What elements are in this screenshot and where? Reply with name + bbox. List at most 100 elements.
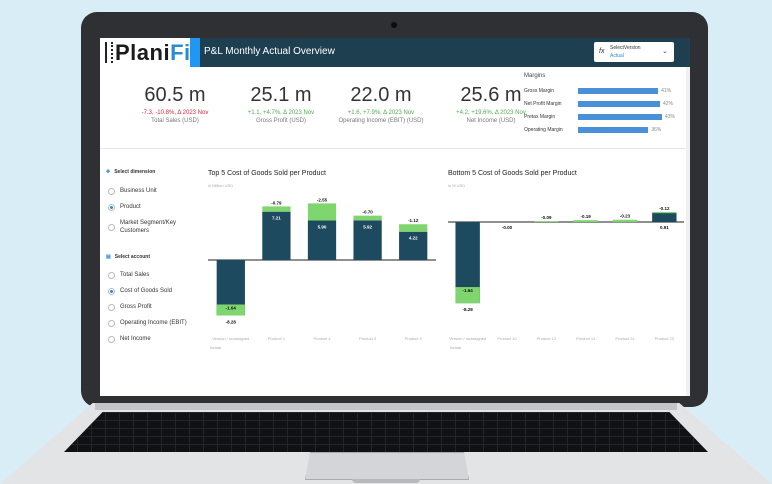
- margin-bar: [578, 127, 649, 133]
- kpi-gross-profit: 25.1 m +1.1, +4.7%, Δ 2023 Nov Gross Pro…: [226, 84, 336, 125]
- radio-button[interactable]: [108, 288, 115, 295]
- margin-row-pretax: Pretax Margin 43%: [524, 113, 684, 121]
- bar-value-label: 5.92: [363, 224, 372, 229]
- app-screen: PlaniFi P&L Monthly Actual Overview fx S…: [100, 38, 690, 396]
- logo: PlaniFi: [100, 38, 197, 67]
- fx-icon: fx: [599, 48, 605, 55]
- kpi-delta: -7.3, -10.8%, Δ 2023 Nov: [141, 110, 209, 116]
- kpi-value: 22.0 m: [350, 84, 412, 106]
- category-label: Product 12: [537, 336, 557, 341]
- kpi-name: Total Sales (USD): [151, 118, 199, 124]
- category-label: Product 3: [359, 336, 377, 341]
- delta-value-label: -2.55: [317, 197, 328, 202]
- kpi-delta: +1.1, +4.7%, Δ 2023 Nov: [247, 110, 315, 116]
- radio-button[interactable]: [108, 188, 115, 195]
- bar-value-label: 7.21: [272, 216, 281, 221]
- bar-delta[interactable]: [262, 206, 291, 212]
- delta-value-label: -1.12: [408, 218, 419, 223]
- scrollbar[interactable]: [686, 67, 690, 396]
- bar-delta[interactable]: [652, 211, 677, 214]
- radio-button[interactable]: [108, 204, 115, 211]
- chart-title-bottom5: Bottom 5 Cost of Goods Sold per Product: [448, 170, 577, 177]
- radio-button[interactable]: [108, 304, 115, 311]
- header-accent-bar: [190, 38, 200, 67]
- category-label: Product 21: [615, 336, 635, 341]
- bar-base[interactable]: [652, 213, 677, 222]
- chart-bottom5-cogs: -8.28 -1.64 Version / unassigned -0.00 Produ…: [448, 206, 684, 350]
- lid-notch: [352, 479, 420, 483]
- bar-value-label: -8.28: [226, 319, 237, 324]
- kpi-name: Operating Income (EBIT) (USD): [338, 118, 424, 124]
- kpi-value: 60.5 m: [144, 84, 206, 106]
- kpi-total-sales: 60.5 m -7.3, -10.8%, Δ 2023 Nov Total Sa…: [120, 84, 230, 125]
- bar-delta[interactable]: [399, 224, 428, 232]
- delta-value-label: -1.64: [226, 305, 237, 310]
- delta-value-label: -0.70: [362, 210, 373, 215]
- bar-value-label: -8.28: [463, 307, 474, 312]
- chevron-down-icon: ⌄: [662, 48, 668, 55]
- margin-label: Pretax Margin: [524, 114, 556, 120]
- kpi-value: 25.1 m: [250, 84, 312, 106]
- delta-value-label: -0.12: [659, 206, 670, 211]
- radio-label: Gross Profit: [120, 304, 152, 310]
- select-account-title: Select account: [114, 254, 151, 260]
- margins-title: Margins: [524, 73, 546, 79]
- delta-value-label: -0.79: [271, 200, 282, 205]
- page-title: P&L Monthly Actual Overview: [204, 46, 335, 57]
- category-label: Product 10: [497, 336, 517, 341]
- radio-label: Product: [120, 204, 141, 210]
- category-label: Product 5: [405, 336, 423, 341]
- margin-row-net-profit: Net Profit Margin 42%: [524, 100, 684, 108]
- select-version-dropdown[interactable]: fx SelectVersion Actual ⌄: [594, 42, 674, 62]
- category-label: Product 1: [268, 336, 286, 341]
- webcam: [391, 22, 397, 28]
- radio-button[interactable]: [108, 320, 115, 327]
- margin-row-gross: Gross Margin 41%: [524, 87, 684, 95]
- keyboard-keys: [64, 412, 708, 452]
- radio-label: Cost of Goods Sold: [120, 288, 173, 294]
- delta-value-label: -1.64: [463, 288, 474, 293]
- laptop-hinge: [95, 403, 677, 410]
- bar-value-label: 5.90: [318, 224, 327, 229]
- margin-label: Gross Margin: [524, 88, 555, 94]
- radio-label: Operating Income (EBIT): [120, 320, 187, 326]
- delta-value-label: -0.09: [541, 215, 552, 220]
- bar-value-label: 4.22: [409, 236, 418, 241]
- margin-label: Net Profit Margin: [524, 101, 562, 107]
- radio-label: Total Sales: [120, 272, 150, 278]
- bar-delta[interactable]: [353, 215, 382, 221]
- category-label: Product 4: [313, 336, 331, 341]
- category-label: Product 23: [655, 336, 675, 341]
- bar-delta[interactable]: [307, 203, 337, 221]
- margin-pct: 42%: [663, 101, 674, 107]
- bar-delta[interactable]: [612, 219, 638, 222]
- radio-label: Market Segment/Key Customers: [120, 220, 177, 234]
- trackpad: [305, 452, 469, 480]
- radio-button[interactable]: [108, 336, 115, 343]
- bar-delta[interactable]: [573, 220, 598, 222]
- select-account-header: ▤ Select account: [106, 254, 150, 260]
- chart-title-top5: Top 5 Cost of Goods Sold per Product: [208, 170, 326, 177]
- chart-top5-cogs: -8.28 -1.64 Version / unassigned 7.21 -0.79 P…: [208, 197, 436, 350]
- select-dimension-header: ✚ Select dimension: [106, 169, 155, 175]
- delta-value-label: -0.23: [620, 214, 631, 219]
- version-footer-label: Actual: [210, 345, 221, 350]
- section-divider: [100, 148, 690, 149]
- select-version-label: SelectVersion: [610, 45, 641, 51]
- bar-delta[interactable]: [534, 221, 559, 222]
- dimension-icon: ✚: [106, 169, 111, 175]
- logo-mark-icon: [105, 42, 113, 63]
- bar-value-label: -0.00: [502, 225, 513, 230]
- margin-bar: [578, 88, 659, 94]
- radio-button[interactable]: [108, 224, 115, 231]
- kpi-delta: +1.6, +7.9%, Δ 2023 Nov: [347, 110, 415, 116]
- margin-label: Operating Margin: [524, 127, 563, 133]
- category-label: Version / unassigned: [212, 336, 249, 341]
- margin-pct: 41%: [661, 88, 672, 94]
- category-label: Version / unassigned: [449, 336, 486, 341]
- margin-pct: 36%: [651, 127, 662, 133]
- select-version-value: Actual: [610, 53, 624, 59]
- kpi-name: Gross Profit (USD): [255, 118, 306, 124]
- radio-button[interactable]: [108, 272, 115, 279]
- logo-text-main: Plani: [115, 40, 171, 65]
